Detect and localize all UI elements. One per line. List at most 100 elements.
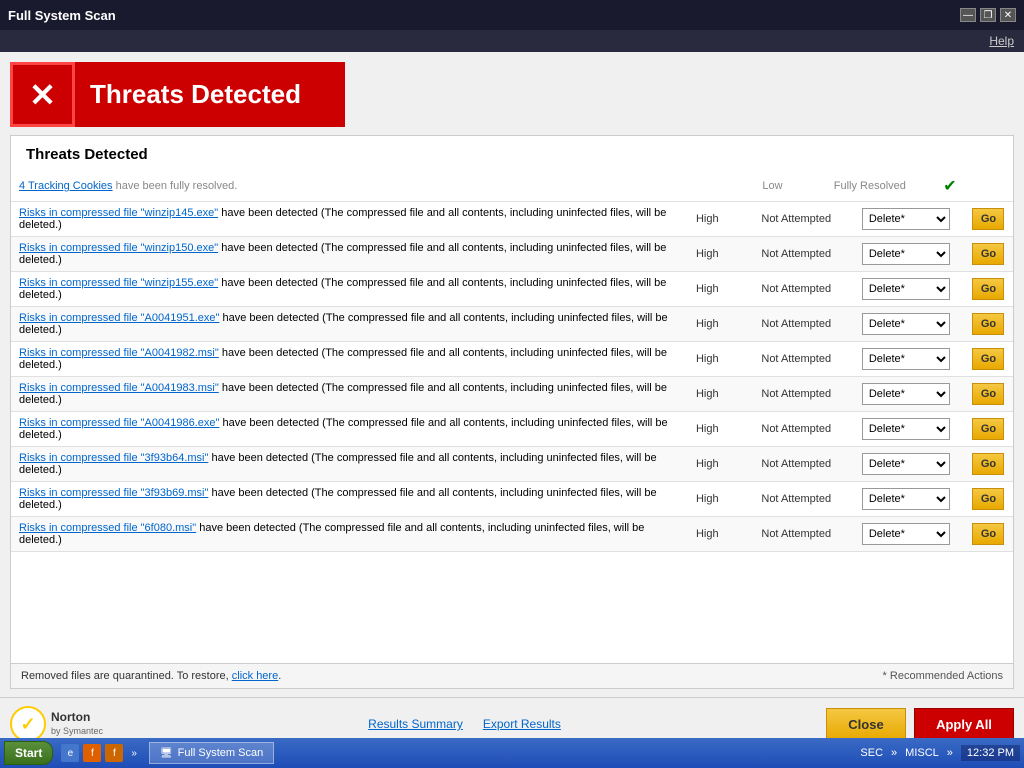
status-cell: Not Attempted — [739, 202, 854, 237]
norton-logo: ✓ Norton by Symantec — [10, 706, 103, 742]
table-row: Risks in compressed file "winzip150.exe"… — [11, 237, 1013, 272]
threats-table-wrapper[interactable]: 4 Tracking Cookies have been fully resol… — [11, 171, 1013, 663]
bottom-bar: Removed files are quarantined. To restor… — [11, 663, 1013, 688]
table-row: Risks in compressed file "3f93b69.msi" h… — [11, 482, 1013, 517]
footer-links: Results Summary Export Results — [368, 717, 561, 731]
taskbar-window-label: Full System Scan — [178, 747, 264, 759]
action-select[interactable]: Delete* Quarantine Exclude — [862, 348, 950, 370]
threat-link[interactable]: Risks in compressed file "A0041951.exe" — [19, 312, 219, 324]
action-select[interactable]: Delete* Quarantine Exclude — [862, 313, 950, 335]
severity-cell: High — [676, 377, 739, 412]
resolved-checkmark: ✔ — [943, 178, 956, 195]
taskbar-active-window[interactable]: 🖥 Full System Scan — [149, 742, 274, 764]
action-select[interactable]: Delete* Quarantine Exclude — [862, 418, 950, 440]
restore-link[interactable]: click here — [232, 670, 278, 682]
go-cell — [967, 171, 1013, 202]
action-select[interactable]: Delete* Quarantine Exclude — [862, 383, 950, 405]
recommended-note: * Recommended Actions — [883, 670, 1003, 682]
go-button[interactable]: Go — [972, 208, 1004, 230]
start-button[interactable]: Start — [4, 741, 53, 765]
severity-cell: High — [676, 272, 739, 307]
norton-circle: ✓ — [10, 706, 46, 742]
footer-buttons: Close Apply All — [826, 708, 1014, 741]
action-cell: Delete* Quarantine Exclude — [854, 237, 963, 272]
minimize-button[interactable]: — — [960, 8, 976, 22]
go-button[interactable]: Go — [972, 313, 1004, 335]
threat-icon: ✕ — [10, 62, 75, 127]
threat-link[interactable]: Risks in compressed file "winzip150.exe" — [19, 242, 218, 254]
status-cell: Not Attempted — [739, 342, 854, 377]
action-select[interactable]: Delete* Quarantine Exclude — [862, 523, 950, 545]
severity-cell: High — [676, 517, 739, 552]
taskbar-icon3[interactable]: f — [105, 744, 123, 762]
go-button[interactable]: Go — [972, 348, 1004, 370]
go-button[interactable]: Go — [972, 488, 1004, 510]
go-cell: Go — [963, 202, 1013, 237]
threat-link[interactable]: Risks in compressed file "6f080.msi" — [19, 522, 196, 534]
table-row: Risks in compressed file "6f080.msi" hav… — [11, 517, 1013, 552]
action-select[interactable]: Delete* Quarantine Exclude — [862, 278, 950, 300]
norton-name: Norton — [51, 710, 103, 726]
help-link[interactable]: Help — [989, 34, 1014, 48]
threat-link[interactable]: 4 Tracking Cookies — [19, 180, 113, 192]
action-cell: Delete* Quarantine Exclude — [854, 482, 963, 517]
go-button[interactable]: Go — [972, 383, 1004, 405]
taskbar-icon2[interactable]: f — [83, 744, 101, 762]
window-title: Full System Scan — [8, 8, 116, 23]
action-cell: Delete* Quarantine Exclude — [854, 517, 963, 552]
close-button[interactable]: Close — [826, 708, 906, 741]
close-button[interactable]: ✕ — [1000, 8, 1016, 22]
go-cell: Go — [963, 342, 1013, 377]
action-cell: Delete* Quarantine Exclude — [854, 342, 963, 377]
checkmark-cell: ✔ — [933, 171, 967, 202]
taskbar-ie-icon[interactable]: e — [61, 744, 79, 762]
threat-link[interactable]: Risks in compressed file "A0041986.exe" — [19, 417, 219, 429]
table-row: 4 Tracking Cookies have been fully resol… — [11, 171, 1013, 202]
threat-link[interactable]: Risks in compressed file "A0041983.msi" — [19, 382, 219, 394]
threat-link[interactable]: Risks in compressed file "A0041982.msi" — [19, 347, 219, 359]
threat-link[interactable]: Risks in compressed file "winzip145.exe" — [19, 207, 218, 219]
go-button[interactable]: Go — [972, 278, 1004, 300]
export-results-link[interactable]: Export Results — [483, 717, 561, 731]
taskbar: Start e f f » 🖥 Full System Scan SEC » M… — [0, 738, 1024, 768]
menu-bar: Help — [0, 30, 1024, 52]
taskbar-arrow2: » — [891, 747, 897, 759]
results-summary-link[interactable]: Results Summary — [368, 717, 463, 731]
severity-cell: High — [676, 342, 739, 377]
taskbar-right: SEC » MISCL » 12:32 PM — [860, 745, 1020, 761]
norton-sub: by Symantec — [51, 726, 103, 738]
go-cell: Go — [963, 307, 1013, 342]
status-cell: Not Attempted — [739, 447, 854, 482]
action-cell: Delete* Quarantine Exclude — [854, 377, 963, 412]
taskbar-arrow3: » — [947, 747, 953, 759]
threat-banner-heading: Threats Detected — [75, 79, 316, 110]
taskbar-miscl-label: MISCL — [905, 747, 939, 759]
action-select[interactable]: Delete* Quarantine Exclude — [862, 208, 950, 230]
action-select[interactable]: Delete* Quarantine Exclude — [862, 453, 950, 475]
status-cell: Not Attempted — [739, 307, 854, 342]
threat-link[interactable]: Risks in compressed file "3f93b69.msi" — [19, 487, 208, 499]
go-button[interactable]: Go — [972, 453, 1004, 475]
restore-button[interactable]: ❐ — [980, 8, 996, 22]
title-bar: Full System Scan — ❐ ✕ — [0, 0, 1024, 30]
go-button[interactable]: Go — [972, 418, 1004, 440]
table-row: Risks in compressed file "A0041982.msi" … — [11, 342, 1013, 377]
status-cell: Fully Resolved — [807, 171, 933, 202]
action-select[interactable]: Delete* Quarantine Exclude — [862, 488, 950, 510]
main-window: ✕ Threats Detected Threats Detected 4 Tr… — [0, 52, 1024, 750]
severity-cell: High — [676, 202, 739, 237]
threats-table: 4 Tracking Cookies have been fully resol… — [11, 171, 1013, 202]
action-cell: Delete* Quarantine Exclude — [854, 447, 963, 482]
threat-link[interactable]: Risks in compressed file "winzip155.exe" — [19, 277, 218, 289]
action-select[interactable]: Delete* Quarantine Exclude — [862, 243, 950, 265]
go-button[interactable]: Go — [972, 523, 1004, 545]
go-button[interactable]: Go — [972, 243, 1004, 265]
norton-check-icon: ✓ — [20, 714, 35, 735]
content-area: Threats Detected 4 Tracking Cookies have… — [10, 135, 1014, 689]
threat-link[interactable]: Risks in compressed file "3f93b64.msi" — [19, 452, 208, 464]
table-row: Risks in compressed file "A0041983.msi" … — [11, 377, 1013, 412]
table-row: Risks in compressed file "winzip155.exe"… — [11, 272, 1013, 307]
table-row: Risks in compressed file "3f93b64.msi" h… — [11, 447, 1013, 482]
apply-all-button[interactable]: Apply All — [914, 708, 1014, 741]
go-cell: Go — [963, 482, 1013, 517]
